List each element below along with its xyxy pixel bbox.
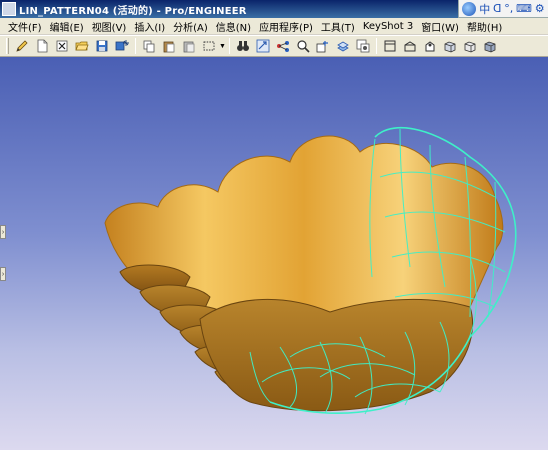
edit-pencil-icon[interactable] bbox=[13, 37, 31, 55]
regenerate-icon[interactable] bbox=[254, 37, 272, 55]
menu-bar: 文件(F) 编辑(E) 视图(V) 插入(I) 分析(A) 信息(N) 应用程序(P) 工具(… bbox=[0, 18, 548, 35]
paste-icon[interactable] bbox=[160, 37, 178, 55]
menu-item-3[interactable]: 插入(I) bbox=[130, 19, 169, 34]
menu-item-2[interactable]: 视图(V) bbox=[88, 19, 131, 34]
ime-keyboard-icon[interactable]: ⌨ bbox=[516, 2, 532, 15]
app-icon[interactable] bbox=[2, 2, 16, 16]
main-toolbar: ▼ bbox=[0, 35, 548, 57]
menu-item-0[interactable]: 文件(F) bbox=[4, 19, 46, 34]
model-scalloped-bowl bbox=[104, 127, 517, 415]
datum-display-icon[interactable] bbox=[314, 37, 332, 55]
graphics-viewport[interactable]: › › bbox=[0, 57, 548, 450]
toolbar-grip[interactable] bbox=[6, 38, 9, 54]
shading-reflect-icon[interactable] bbox=[481, 37, 499, 55]
menu-item-10[interactable]: 帮助(H) bbox=[463, 19, 506, 34]
relationship-icon[interactable] bbox=[274, 37, 292, 55]
paste-special-icon[interactable] bbox=[180, 37, 198, 55]
binoculars-icon[interactable] bbox=[234, 37, 252, 55]
ime-punct-icon[interactable]: °, bbox=[504, 2, 513, 15]
menu-item-8[interactable]: KeyShot 3 bbox=[359, 21, 417, 32]
new-file-icon[interactable] bbox=[33, 37, 51, 55]
appearance-icon[interactable] bbox=[354, 37, 372, 55]
toolbar-separator bbox=[376, 38, 377, 54]
menu-item-1[interactable]: 编辑(E) bbox=[46, 19, 88, 34]
select-box-icon[interactable] bbox=[200, 37, 218, 55]
menu-item-6[interactable]: 应用程序(P) bbox=[255, 19, 317, 34]
toolbar-separator bbox=[229, 38, 230, 54]
hidden-line-icon[interactable] bbox=[401, 37, 419, 55]
shading-icon[interactable] bbox=[441, 37, 459, 55]
ime-chinese-toggle[interactable]: 中 bbox=[479, 1, 490, 17]
close-window-icon[interactable] bbox=[53, 37, 71, 55]
save-as-icon[interactable] bbox=[113, 37, 131, 55]
menu-item-7[interactable]: 工具(T) bbox=[317, 19, 359, 34]
menu-item-9[interactable]: 窗口(W) bbox=[417, 19, 463, 34]
ime-settings-icon[interactable]: ⚙ bbox=[535, 2, 545, 15]
copy-icon[interactable] bbox=[140, 37, 158, 55]
window-title: LIN_PATTERN04 (活动的) - Pro/ENGINEER bbox=[19, 5, 247, 17]
ime-moon-icon[interactable]: ᗡ bbox=[493, 2, 501, 15]
shading-edges-icon[interactable] bbox=[461, 37, 479, 55]
menu-item-5[interactable]: 信息(N) bbox=[212, 19, 255, 34]
zoom-fit-icon[interactable] bbox=[294, 37, 312, 55]
open-folder-icon[interactable] bbox=[73, 37, 91, 55]
select-dropdown-icon[interactable]: ▼ bbox=[219, 37, 226, 55]
toolbar-separator bbox=[135, 38, 136, 54]
layer-icon[interactable] bbox=[334, 37, 352, 55]
bowl-front-body bbox=[199, 298, 474, 412]
ime-logo-icon[interactable] bbox=[462, 1, 477, 16]
wireframe-icon[interactable] bbox=[381, 37, 399, 55]
ime-language-bar[interactable]: 中 ᗡ °, ⌨ ⚙ bbox=[458, 0, 548, 18]
menu-item-4[interactable]: 分析(A) bbox=[169, 19, 212, 34]
no-hidden-icon[interactable] bbox=[421, 37, 439, 55]
save-icon[interactable] bbox=[93, 37, 111, 55]
